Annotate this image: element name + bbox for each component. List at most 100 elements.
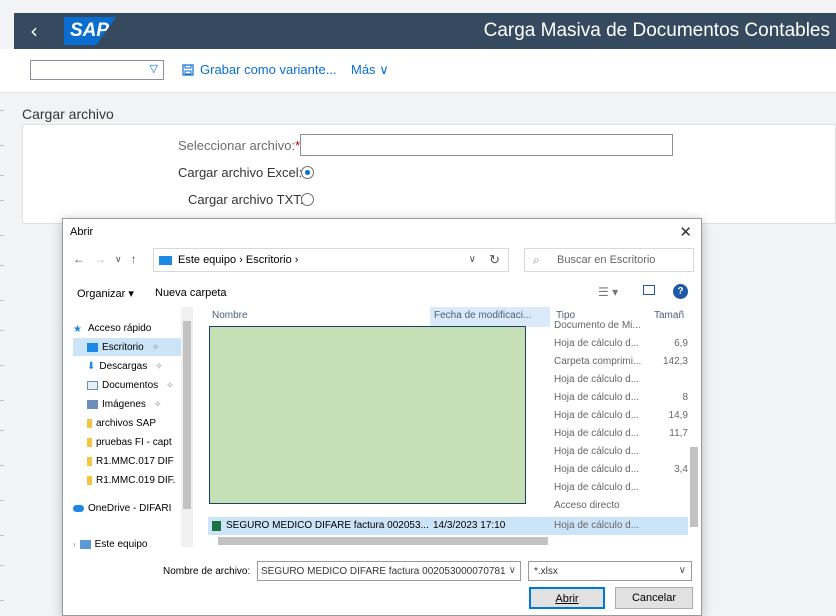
row-size: 11,7 bbox=[669, 428, 688, 439]
new-folder-button[interactable]: Nueva carpeta bbox=[155, 287, 227, 299]
documents-folder-icon bbox=[87, 380, 98, 390]
folder-icon bbox=[87, 475, 92, 485]
desktop-folder-icon bbox=[87, 342, 98, 352]
address-bar[interactable]: Este equipo › Escritorio › ∨ ↻ bbox=[153, 248, 509, 272]
chevron-down-icon[interactable]: ∨ bbox=[469, 254, 476, 265]
toolbar: ▽ Grabar como variante... Más ∨ bbox=[0, 49, 836, 93]
search-placeholder: Buscar en Escritorio bbox=[557, 254, 656, 266]
navigation-pane: ★ Acceso rápido Escritorio ✧ ⬇ Descargas ✧… bbox=[63, 307, 197, 557]
row-size: 8 bbox=[682, 392, 688, 403]
cancel-button[interactable]: Cancelar bbox=[615, 587, 693, 609]
help-icon[interactable]: ? bbox=[673, 284, 688, 299]
row-type: Hoja de cálculo d... bbox=[554, 338, 640, 349]
nav-scrollbar[interactable] bbox=[181, 307, 193, 547]
organize-button[interactable]: Organizar ▾ bbox=[77, 287, 134, 300]
file-list-hscrollbar[interactable] bbox=[200, 535, 690, 547]
sap-logo: SAP bbox=[64, 17, 116, 45]
row-type: Hoja de cálculo d... bbox=[554, 392, 640, 403]
computer-icon bbox=[79, 539, 91, 549]
open-file-dialog: Abrir ✕ ← → ∨ ↑ Este equipo › Escritorio… bbox=[62, 218, 702, 616]
forward-arrow-icon[interactable]: → bbox=[94, 252, 106, 266]
row-size: 6,9 bbox=[674, 338, 688, 349]
download-folder-icon: ⬇ bbox=[87, 360, 96, 372]
row-type: Hoja de cálculo d... bbox=[554, 464, 640, 475]
pictures-folder-icon bbox=[87, 399, 98, 409]
back-icon[interactable]: ‹ bbox=[30, 19, 38, 43]
nav-item-pruebas-fi[interactable]: pruebas FI - capt bbox=[73, 433, 189, 451]
nav-item-r1-mmc-017[interactable]: R1.MMC.017 DIF bbox=[73, 452, 189, 470]
chevron-down-icon[interactable]: ∨ bbox=[509, 565, 516, 576]
redacted-files-area bbox=[209, 326, 526, 504]
file-list-hscroll-thumb[interactable] bbox=[218, 537, 548, 545]
txt-radio[interactable] bbox=[301, 193, 314, 206]
nav-item-quick-access[interactable]: ★ Acceso rápido bbox=[73, 319, 189, 337]
nav-item-archivos-sap[interactable]: archivos SAP bbox=[73, 414, 189, 432]
shell-header: ‹ SAP Carga Masiva de Documentos Contabl… bbox=[14, 13, 836, 49]
pin-icon: ✧ bbox=[151, 341, 160, 352]
close-icon[interactable]: ✕ bbox=[679, 223, 692, 241]
select-file-label: Seleccionar archivo:* bbox=[178, 138, 301, 153]
row-type: Carpeta comprimi... bbox=[554, 356, 642, 367]
row-type: Hoja de cálculo d... bbox=[554, 482, 640, 493]
row-size: 14,9 bbox=[668, 410, 688, 421]
row-type: Hoja de cálculo d... bbox=[554, 446, 640, 457]
back-arrow-icon[interactable]: ← bbox=[73, 252, 85, 266]
filetype-select[interactable]: *.xlsx ∨ bbox=[528, 561, 692, 581]
row-type: Hoja de cálculo d... bbox=[554, 374, 640, 385]
save-variant-label: Grabar como variante... bbox=[200, 62, 337, 77]
selected-file-row[interactable]: SEGURO MEDICO DIFARE factura 002053... 1… bbox=[208, 517, 688, 535]
pin-icon: ✧ bbox=[166, 379, 174, 390]
search-icon: ⌕ bbox=[533, 253, 540, 267]
nav-scroll-thumb[interactable] bbox=[183, 321, 191, 509]
refresh-icon[interactable]: ↻ bbox=[489, 252, 500, 268]
row-size: 3,4 bbox=[674, 464, 688, 475]
row-size: 142,3 bbox=[662, 356, 688, 367]
variant-select[interactable]: ▽ bbox=[30, 60, 164, 80]
view-options-icon[interactable]: ☰ ▾ bbox=[598, 285, 618, 299]
nav-item-this-pc[interactable]: › Este equipo bbox=[73, 535, 189, 553]
search-box[interactable]: ⌕ Buscar en Escritorio bbox=[524, 248, 694, 272]
app-title: Carga Masiva de Documentos Contables bbox=[483, 20, 830, 41]
dialog-title: Abrir bbox=[70, 226, 94, 238]
expand-arrow-icon[interactable]: › bbox=[73, 540, 76, 549]
file-list-scrollbar[interactable] bbox=[688, 307, 700, 547]
save-icon bbox=[182, 63, 194, 76]
chevron-down-icon: ▽ bbox=[149, 63, 158, 75]
file-list-scroll-thumb[interactable] bbox=[690, 447, 698, 527]
nav-item-desktop[interactable]: Escritorio ✧ bbox=[73, 338, 189, 356]
command-bar: Organizar ▾ Nueva carpeta ☰ ▾ ? bbox=[63, 281, 703, 305]
save-variant-button[interactable]: Grabar como variante... bbox=[182, 62, 337, 77]
selected-file-type: Hoja de cálculo d... bbox=[554, 520, 640, 531]
recent-dropdown-icon[interactable]: ∨ bbox=[115, 254, 122, 265]
preview-pane-icon[interactable] bbox=[643, 285, 655, 295]
up-arrow-icon[interactable]: ↑ bbox=[131, 252, 137, 266]
folder-icon bbox=[87, 437, 92, 447]
row-type: Acceso directo bbox=[554, 500, 620, 511]
nav-item-onedrive[interactable]: OneDrive - DIFARI bbox=[73, 499, 189, 517]
nav-item-r1-mmc-019[interactable]: R1.MMC.019 DIF. bbox=[73, 471, 189, 489]
more-button[interactable]: Más ∨ bbox=[351, 62, 389, 78]
column-size[interactable]: Tamañ bbox=[654, 310, 684, 330]
computer-icon bbox=[159, 256, 172, 265]
nav-item-documents[interactable]: Documentos ✧ bbox=[73, 376, 189, 394]
selected-file-name: SEGURO MEDICO DIFARE factura 002053... bbox=[226, 520, 429, 531]
section-title: Cargar archivo bbox=[22, 106, 114, 122]
chevron-down-icon: ∨ bbox=[678, 565, 686, 576]
excel-radio[interactable] bbox=[301, 166, 314, 179]
filename-input[interactable]: SEGURO MEDICO DIFARE factura 00205300007… bbox=[257, 561, 521, 581]
folder-icon bbox=[87, 456, 92, 466]
nav-item-pictures[interactable]: Imágenes ✧ bbox=[73, 395, 189, 413]
nav-item-downloads[interactable]: ⬇ Descargas ✧ bbox=[73, 357, 189, 375]
star-icon: ★ bbox=[73, 323, 82, 335]
folder-icon bbox=[87, 418, 92, 428]
cloud-icon bbox=[73, 504, 84, 512]
file-list: Nombre Fecha de modificaci... Tipo Tamañ… bbox=[200, 307, 703, 547]
row-type: Hoja de cálculo d... bbox=[554, 428, 640, 439]
open-button[interactable]: Abrir bbox=[529, 587, 605, 609]
excel-file-icon bbox=[212, 521, 221, 531]
filetype-value: *.xlsx bbox=[534, 566, 558, 577]
file-path-input[interactable] bbox=[300, 134, 673, 156]
selected-file-date: 14/3/2023 17:10 bbox=[433, 520, 506, 531]
txt-label: Cargar archivo TXT: bbox=[188, 192, 304, 207]
column-date[interactable]: Fecha de modificaci... bbox=[430, 307, 550, 327]
